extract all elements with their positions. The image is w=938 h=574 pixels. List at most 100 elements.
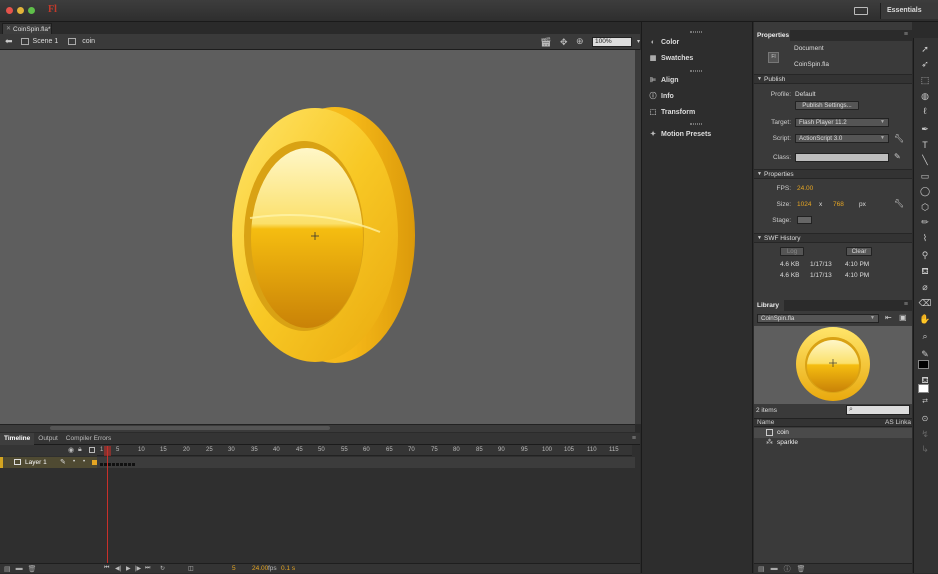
section-swf-history[interactable]: ▼ SWF History <box>754 233 912 243</box>
column-linkage[interactable]: AS Linka <box>885 419 911 427</box>
delete-icon[interactable]: 🗑︎ <box>797 565 806 573</box>
selection-tool-icon[interactable]: ➚ <box>916 42 934 56</box>
sync-settings-icon[interactable] <box>854 7 868 15</box>
wrench-icon[interactable]: 🔧︎ <box>894 199 904 208</box>
brush-tool-icon[interactable]: ⌇ <box>916 231 934 245</box>
first-frame-icon[interactable]: ⏮ <box>104 565 109 572</box>
new-layer-icon[interactable]: ▤ <box>4 565 11 573</box>
pin-icon[interactable]: ⇤ <box>885 313 892 322</box>
fps-value[interactable]: 24.00 <box>252 565 268 572</box>
new-symbol-icon[interactable]: ▤ <box>758 565 765 573</box>
rectangle-tool-icon[interactable]: ▭ <box>916 169 934 183</box>
section-properties[interactable]: ▼ Properties <box>754 169 912 179</box>
stage-color-swatch[interactable] <box>797 216 812 224</box>
section-publish[interactable]: ▼ Publish <box>754 74 912 84</box>
visibility-dot[interactable]: • <box>73 457 75 468</box>
stage-canvas[interactable] <box>0 50 635 424</box>
breadcrumb-scene[interactable]: Scene 1 <box>33 38 59 45</box>
close-window-button[interactable] <box>6 7 13 14</box>
onion-skin-icon[interactable]: ◫ <box>188 565 194 572</box>
eye-icon[interactable]: ◉ <box>68 446 74 454</box>
outline-color-swatch[interactable] <box>92 460 97 465</box>
swap-colors-icon[interactable]: ⇄ <box>916 395 934 409</box>
outline-icon[interactable] <box>89 447 95 453</box>
width-input[interactable]: 1024 <box>797 201 811 208</box>
tab-output[interactable]: Output <box>34 433 62 445</box>
script-select[interactable]: ActionScript 3.0 ▼ <box>795 134 889 143</box>
panel-menu-icon[interactable]: ≡ <box>632 435 636 442</box>
current-frame[interactable]: 5 <box>232 565 236 572</box>
target-select[interactable]: Flash Player 11.2 ▼ <box>795 118 889 127</box>
fps-input[interactable]: 24.00 <box>797 185 813 192</box>
polystar-tool-icon[interactable]: ⬡ <box>916 200 934 214</box>
pencil-tool-icon[interactable]: ✏ <box>916 215 934 229</box>
stroke-color-icon[interactable]: ✎ <box>916 347 934 361</box>
3d-rotation-tool-icon[interactable]: ◍ <box>916 89 934 103</box>
last-frame-icon[interactable]: ⏭ <box>145 565 150 572</box>
new-folder-icon[interactable]: ▬ <box>771 565 778 572</box>
lasso-tool-icon[interactable]: ℓ <box>916 104 934 118</box>
tab-properties[interactable]: Properties <box>754 30 790 41</box>
snap-to-objects-icon[interactable]: ⊙ <box>916 412 934 426</box>
panel-menu-icon[interactable]: ≡ <box>904 31 908 38</box>
pencil-icon[interactable]: ✎ <box>894 152 901 161</box>
elapsed-time[interactable]: 0.1 s <box>281 565 295 572</box>
pen-tool-icon[interactable]: ✒ <box>916 122 934 136</box>
text-tool-icon[interactable]: T <box>916 138 934 152</box>
panel-gripper[interactable] <box>690 31 702 33</box>
center-stage-icon[interactable]: ⊕ <box>576 36 584 47</box>
loop-icon[interactable]: ↻ <box>160 565 165 572</box>
panel-gripper[interactable] <box>690 123 702 125</box>
edit-symbols-icon[interactable]: ✥ <box>560 37 568 48</box>
frame-ruler[interactable]: 1 5 10 15 20 25 30 35 40 45 50 55 60 65 … <box>97 445 632 456</box>
back-arrow-icon[interactable]: ⬅ <box>5 36 13 47</box>
new-library-icon[interactable]: ▣ <box>899 313 907 322</box>
zoom-select[interactable]: 100% ▾ <box>592 37 640 47</box>
breadcrumb-symbol[interactable]: coin <box>82 38 95 45</box>
properties-icon[interactable]: ⓘ <box>784 564 791 574</box>
wrench-icon[interactable]: 🔧︎ <box>894 134 904 143</box>
list-item[interactable]: ⁂ sparkle <box>754 438 912 448</box>
library-file-select[interactable]: CoinSpin.fla ▼ <box>757 314 879 323</box>
paint-bucket-tool-icon[interactable]: ⛾ <box>916 264 934 278</box>
playhead[interactable] <box>107 446 108 563</box>
fill-color-swatch[interactable] <box>918 384 929 393</box>
hand-tool-icon[interactable]: ✋ <box>916 312 934 326</box>
publish-settings-button[interactable]: Publish Settings... <box>795 101 859 110</box>
panel-transform[interactable]: ⬚ Transform <box>648 106 696 120</box>
play-icon[interactable]: ▶ <box>126 565 131 572</box>
layer-name[interactable]: Layer 1 <box>25 457 47 468</box>
tab-compiler-errors[interactable]: Compiler Errors <box>62 433 116 445</box>
clear-button[interactable]: Clear <box>846 247 872 256</box>
free-transform-tool-icon[interactable]: ⬚ <box>916 73 934 87</box>
zoom-tool-icon[interactable]: ⌕ <box>916 329 934 343</box>
lock-dot[interactable]: • <box>83 457 85 468</box>
step-back-icon[interactable]: ◀| <box>115 565 121 572</box>
new-folder-icon[interactable]: ▬ <box>16 565 23 572</box>
eyedropper-tool-icon[interactable]: ⌀ <box>916 280 934 294</box>
panel-align[interactable]: ⊫ Align <box>648 74 679 88</box>
stroke-color-swatch[interactable] <box>918 360 929 369</box>
height-input[interactable]: 768 <box>833 201 844 208</box>
line-tool-icon[interactable]: ╲ <box>916 153 934 167</box>
delete-layer-icon[interactable]: 🗑︎ <box>28 565 37 573</box>
minimize-window-button[interactable] <box>17 7 24 14</box>
eraser-tool-icon[interactable]: ⌫ <box>916 296 934 310</box>
list-item[interactable]: coin <box>754 428 912 438</box>
coin-artwork[interactable] <box>0 50 635 424</box>
panel-menu-icon[interactable]: ≡ <box>904 301 908 308</box>
document-tab[interactable]: ✕ CoinSpin.fla* <box>2 23 52 34</box>
class-field[interactable] <box>795 153 889 162</box>
panel-color[interactable]: ◐ Color <box>648 36 679 50</box>
scrollbar-thumb[interactable] <box>50 426 330 430</box>
panel-gripper[interactable] <box>690 70 702 72</box>
bone-tool-icon[interactable]: ⚲ <box>916 248 934 262</box>
tab-timeline[interactable]: Timeline <box>0 432 35 445</box>
oval-tool-icon[interactable]: ◯ <box>916 184 934 198</box>
step-forward-icon[interactable]: |▶ <box>135 565 141 572</box>
lock-icon[interactable]: 🔒︎ <box>78 446 82 454</box>
log-button[interactable]: Log <box>780 247 804 256</box>
zoom-window-button[interactable] <box>28 7 35 14</box>
tab-library[interactable]: Library <box>754 300 784 311</box>
panel-motion-presets[interactable]: ✦ Motion Presets <box>648 128 711 142</box>
